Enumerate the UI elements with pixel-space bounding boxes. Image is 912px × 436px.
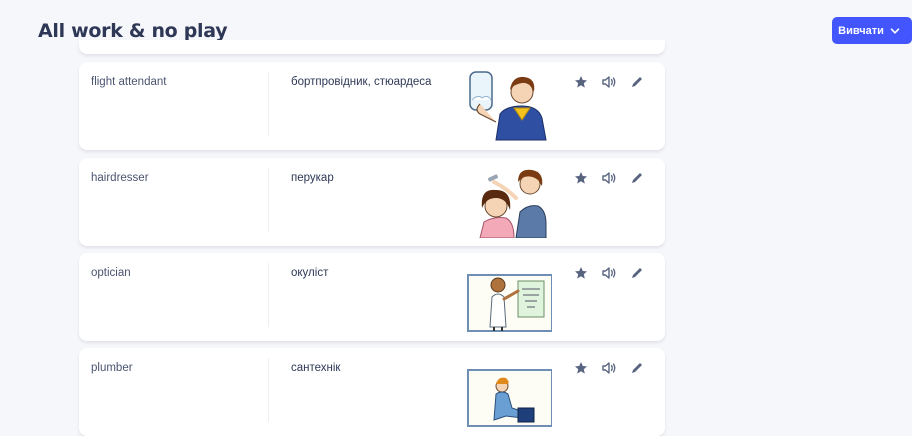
card-definition: окуліст [291,267,329,279]
card-actions [573,265,645,281]
audio-icon[interactable] [601,265,617,281]
star-icon[interactable] [573,265,589,281]
set-title: All work & no play [38,20,228,42]
card-divider [268,72,269,136]
card-divider [268,263,269,327]
card-term: flight attendant [91,76,167,88]
term-card: flight attendant бортпровідник, стюардес… [79,62,665,150]
optician-illustration[interactable] [466,261,553,333]
plumber-illustration[interactable] [466,356,553,428]
card-definition: бортпровідник, стюардеса [291,76,432,88]
audio-icon[interactable] [601,170,617,186]
card-divider [268,358,269,422]
card-actions [573,74,645,90]
chevron-down-icon [890,26,900,36]
star-icon[interactable] [573,360,589,376]
edit-icon[interactable] [629,170,645,186]
star-icon[interactable] [573,170,589,186]
card-term: hairdresser [91,172,149,184]
edit-icon[interactable] [629,265,645,281]
study-button[interactable]: Вивчати [832,17,912,44]
audio-icon[interactable] [601,74,617,90]
card-divider [268,168,269,232]
term-card: optician окуліст [79,253,665,341]
card-term: plumber [91,362,133,374]
audio-icon[interactable] [601,360,617,376]
study-button-label: Вивчати [838,24,884,37]
hairdresser-illustration[interactable] [466,166,552,239]
edit-icon[interactable] [629,360,645,376]
card-actions [573,360,645,376]
card-term: optician [91,267,131,279]
term-card: plumber сантехнік [79,348,665,436]
star-icon[interactable] [573,74,589,90]
flight-attendant-illustration[interactable] [466,70,552,142]
previous-card-edge [79,40,665,54]
card-definition: перукар [291,172,334,184]
card-actions [573,170,645,186]
term-card: hairdresser перукар [79,158,665,246]
edit-icon[interactable] [629,74,645,90]
card-definition: сантехнік [291,362,341,374]
